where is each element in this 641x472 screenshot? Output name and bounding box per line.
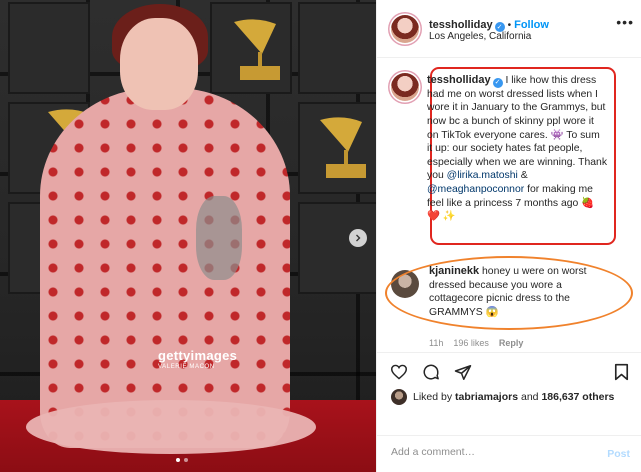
backdrop-panel — [298, 2, 376, 94]
gramophone-icon — [234, 19, 280, 80]
next-photo-button[interactable] — [349, 229, 367, 247]
caption-username[interactable]: tessholliday — [427, 74, 491, 86]
likes-suffix: and — [520, 391, 539, 403]
watermark-credit: VALERIE MACON — [158, 364, 215, 370]
chevron-right-icon — [356, 234, 361, 242]
caption-text-3: & — [517, 170, 528, 182]
comment-time[interactable]: 11h — [429, 338, 443, 348]
backdrop-panel — [8, 2, 90, 94]
getty-watermark: gettyimages VALERIE MACON — [158, 348, 237, 370]
likes-summary: Liked by tabriamajors and 186,637 others — [391, 389, 614, 405]
post-location[interactable]: Los Angeles, California — [429, 31, 531, 42]
comment-meta: 11h 196 likes Reply — [429, 338, 523, 348]
mention-link[interactable]: @meaghanpoconnor — [427, 184, 524, 195]
dress-hem — [26, 400, 316, 454]
heart-icon — [390, 364, 408, 380]
strawberry-dress — [40, 88, 290, 448]
save-button[interactable] — [610, 361, 632, 383]
post-photo[interactable]: gettyimages VALERIE MACON — [0, 0, 376, 472]
arm — [196, 196, 242, 280]
watermark-brand: gettyimages — [158, 348, 238, 363]
add-comment-bar: Post — [377, 435, 641, 472]
liker-avatar[interactable] — [391, 389, 407, 405]
like-button[interactable] — [388, 361, 410, 383]
alien-emoji-icon: 👾 — [550, 129, 564, 141]
carousel-dot — [184, 458, 188, 462]
scream-emoji-icon: 😱 — [485, 306, 499, 318]
add-comment-input[interactable] — [391, 446, 581, 458]
post-sidebar: tessholliday ✓ • Follow Los Angeles, Califo… — [376, 0, 641, 472]
author-avatar[interactable] — [391, 15, 419, 43]
post-caption: tessholliday ✓ I like how this dress had … — [427, 74, 607, 224]
comment: kjaninekk honey u were on worst dressed … — [429, 265, 609, 319]
mention-link[interactable]: @lirika.matoshi — [447, 170, 518, 181]
bookmark-icon — [614, 363, 628, 381]
face — [120, 18, 198, 110]
post-header: tessholliday ✓ • Follow Los Angeles, Califo… — [377, 0, 641, 58]
more-options-icon[interactable]: ••• — [616, 14, 634, 30]
commenter-username[interactable]: kjaninekk — [429, 265, 479, 277]
comment-likes[interactable]: 196 likes — [453, 338, 489, 348]
likes-prefix: Liked by — [413, 391, 453, 403]
likes-count[interactable]: 186,637 others — [541, 391, 614, 403]
heart-sparkle-emoji-icon: ❤️ ✨ — [427, 211, 456, 223]
carousel-dot-active — [176, 458, 180, 462]
comment-bubble-icon — [423, 364, 439, 380]
share-button[interactable] — [452, 361, 474, 383]
liker-username[interactable]: tabriamajors — [455, 391, 518, 403]
verified-badge-icon: ✓ — [492, 77, 503, 88]
paper-plane-icon — [454, 364, 472, 380]
separator-bullet: • — [507, 20, 512, 31]
follow-button[interactable]: Follow — [514, 19, 549, 31]
post-comment-button[interactable]: Post — [607, 448, 630, 460]
caption-author-avatar[interactable] — [391, 73, 419, 101]
carousel-dots — [176, 458, 188, 462]
post-actions: Liked by tabriamajors and 186,637 others… — [377, 352, 641, 472]
strawberry-emoji-icon: 🍓 — [581, 197, 595, 209]
author-username[interactable]: tessholliday — [429, 19, 493, 31]
gramophone-icon — [320, 117, 366, 178]
comment-button[interactable] — [420, 361, 442, 383]
backdrop-panel — [298, 202, 376, 294]
reply-button[interactable]: Reply — [499, 338, 524, 348]
